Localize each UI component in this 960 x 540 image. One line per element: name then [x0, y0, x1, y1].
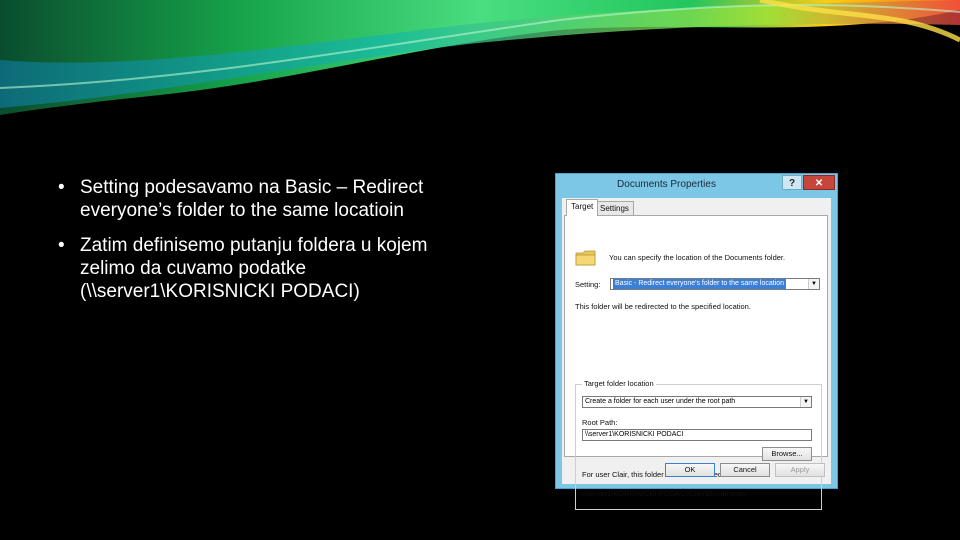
- close-button[interactable]: ✕: [803, 175, 835, 190]
- decorative-banner: [0, 0, 960, 115]
- help-button[interactable]: ?: [782, 175, 802, 190]
- root-path-label: Root Path:: [582, 418, 618, 427]
- ok-button[interactable]: OK: [665, 463, 715, 477]
- bullet-list: • Setting podesavamo na Basic – Redirect…: [56, 176, 476, 315]
- redirect-path: \\server1\KORISNICKI PODACI\Clair\Docume…: [582, 489, 745, 498]
- setting-select[interactable]: Basic - Redirect everyone's folder to th…: [610, 278, 820, 290]
- setting-label: Setting:: [575, 280, 601, 289]
- chevron-down-icon: ▼: [808, 279, 819, 289]
- cancel-button[interactable]: Cancel: [720, 463, 770, 477]
- target-select-value: Create a folder for each user under the …: [585, 398, 736, 405]
- chevron-down-icon: ▼: [800, 397, 811, 407]
- documents-properties-dialog: Documents Properties ? ✕ Target Settings…: [555, 173, 838, 510]
- target-panel: You can specify the location of the Docu…: [564, 215, 828, 510]
- target-group-label: Target folder location: [582, 379, 656, 388]
- root-path-input[interactable]: \\server1\KORISNICKI PODACI: [582, 429, 812, 441]
- setting-select-value: Basic - Redirect everyone's folder to th…: [613, 279, 787, 289]
- bullet-dot: •: [58, 177, 65, 198]
- target-location-select[interactable]: Create a folder for each user under the …: [582, 396, 812, 408]
- dialog-client: Target Settings You can specify the loca…: [562, 198, 831, 510]
- bullet-item: • Zatim definisemo putanju foldera u koj…: [56, 234, 476, 303]
- dialog-title: Documents Properties: [617, 179, 716, 190]
- redirect-note: This folder will be redirected to the sp…: [575, 302, 751, 311]
- bullet-item: • Setting podesavamo na Basic – Redirect…: [56, 176, 476, 222]
- target-folder-group: Target folder location Create a folder f…: [575, 379, 822, 510]
- apply-button[interactable]: Apply: [775, 463, 825, 477]
- browse-button[interactable]: Browse...: [762, 447, 812, 461]
- tab-target[interactable]: Target: [566, 199, 599, 216]
- bullet-text: Zatim definisemo putanju foldera u kojem…: [80, 235, 428, 302]
- folder-icon: [575, 250, 596, 266]
- dialog-titlebar: Documents Properties ? ✕: [556, 174, 837, 196]
- bullet-dot: •: [58, 235, 65, 256]
- bullet-text: Setting podesavamo na Basic – Redirect e…: [80, 177, 424, 221]
- tab-settings[interactable]: Settings: [595, 201, 634, 215]
- intro-text: You can specify the location of the Docu…: [609, 253, 786, 262]
